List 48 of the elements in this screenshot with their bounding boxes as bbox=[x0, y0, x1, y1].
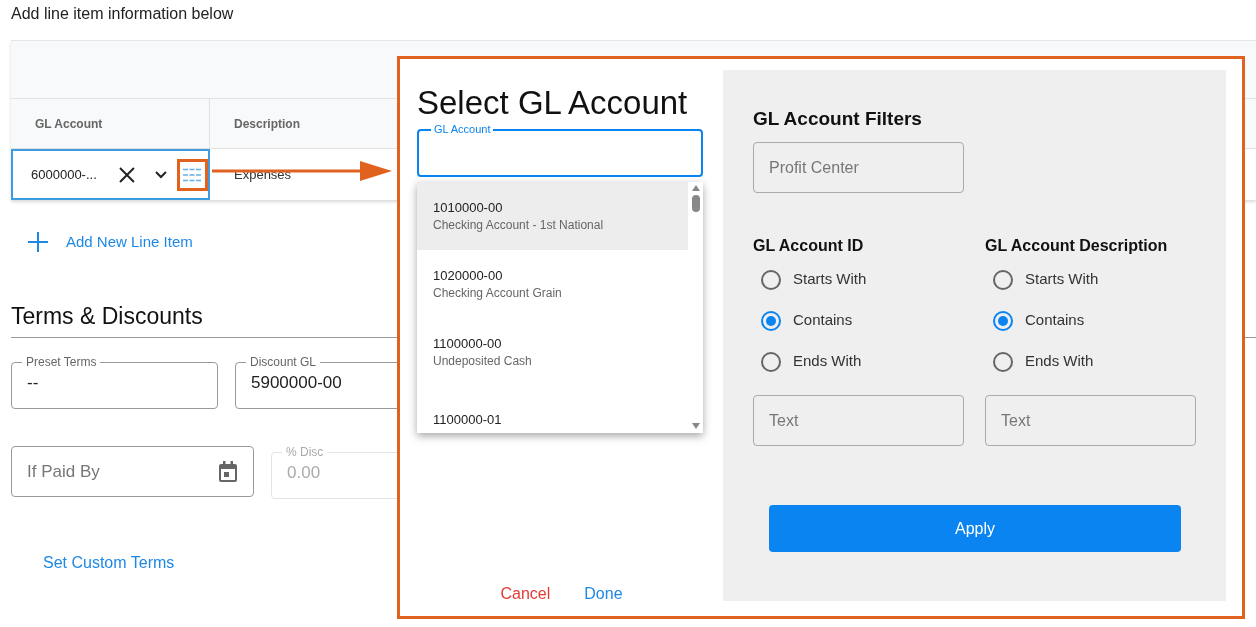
outlined-field[interactable]: Preset Terms -- bbox=[11, 356, 218, 409]
cancel-button[interactable]: Cancel bbox=[500, 582, 551, 606]
radio-button[interactable] bbox=[761, 269, 781, 290]
radio-label: Contains bbox=[1025, 310, 1085, 331]
done-button[interactable]: Done bbox=[584, 582, 623, 606]
column-header: GL Account bbox=[11, 99, 210, 148]
radio-button[interactable] bbox=[761, 351, 781, 372]
radio-label: Starts With bbox=[793, 269, 867, 290]
section-title: Terms & Discounts bbox=[11, 302, 203, 330]
apply-button[interactable]: Apply bbox=[769, 505, 1181, 552]
radio-label: Starts With bbox=[1025, 269, 1099, 290]
account-option[interactable]: 1010000-00 Checking Account - 1st National bbox=[417, 182, 688, 250]
close-icon[interactable] bbox=[119, 166, 136, 183]
account-option[interactable]: 1100000-01 bbox=[417, 386, 688, 433]
radio-button[interactable] bbox=[993, 310, 1013, 331]
scroll-thumb[interactable] bbox=[691, 195, 700, 212]
filter-group-title: GL Account ID bbox=[753, 236, 865, 256]
chevron-down-icon[interactable] bbox=[155, 170, 168, 179]
plus-icon bbox=[28, 232, 48, 252]
gl-account-search-field[interactable]: GL Account bbox=[417, 124, 703, 177]
field-label: % Disc bbox=[285, 446, 325, 458]
calendar-icon bbox=[218, 460, 238, 483]
radio-button[interactable] bbox=[761, 310, 781, 331]
column-header: Description bbox=[233, 115, 300, 133]
text-filter-field[interactable]: Text bbox=[753, 395, 964, 446]
scroll-down-icon[interactable] bbox=[690, 422, 701, 430]
field-label: GL Account bbox=[433, 124, 492, 135]
date-field[interactable]: If Paid By bbox=[11, 446, 254, 497]
set-custom-terms-link[interactable]: Set Custom Terms bbox=[43, 551, 175, 575]
gl-account-select[interactable]: 6000000-... bbox=[11, 149, 210, 200]
add-line-item-button[interactable]: Add New Line Item bbox=[28, 228, 193, 256]
page-title: Add line item information below bbox=[10, 4, 235, 24]
dialog-title: Select GL Account bbox=[417, 83, 689, 123]
field-value: 0.00 bbox=[287, 462, 322, 484]
radio-label: Contains bbox=[793, 310, 853, 331]
field-label: Discount GL bbox=[249, 356, 318, 368]
field-label: Preset Terms bbox=[25, 356, 98, 368]
radio-button[interactable] bbox=[993, 351, 1013, 372]
scroll-up-icon[interactable] bbox=[690, 184, 701, 192]
filter-group-title: GL Account Description bbox=[985, 236, 1169, 256]
profit-center-field[interactable]: Profit Center bbox=[753, 142, 964, 193]
field-value: 5900000-00 bbox=[251, 372, 343, 394]
radio-button[interactable] bbox=[993, 269, 1013, 290]
text-filter-field[interactable]: Text bbox=[985, 395, 1196, 446]
filter-title: GL Account Filters bbox=[753, 107, 923, 131]
radio-label: Ends With bbox=[793, 351, 862, 372]
field-value: -- bbox=[27, 372, 40, 394]
radio-label: Ends With bbox=[1025, 351, 1094, 372]
